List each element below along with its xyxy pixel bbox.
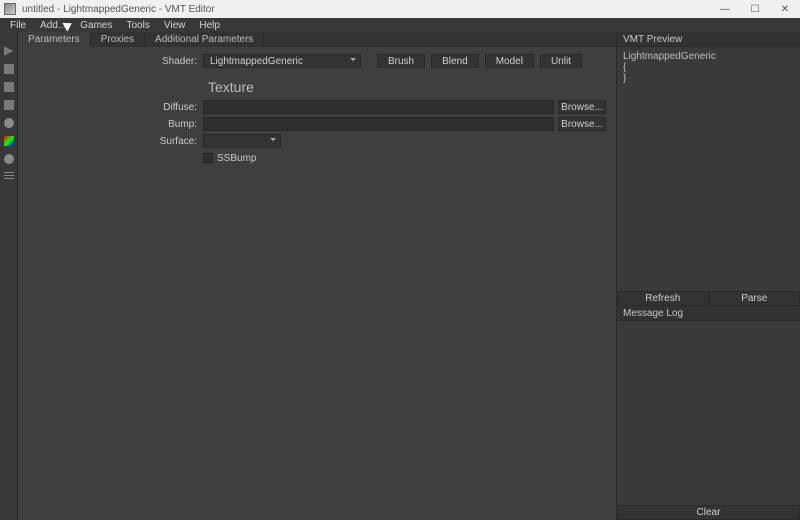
shader-brush-button[interactable]: Brush — [377, 54, 425, 68]
tool-strip — [0, 32, 18, 520]
tool-icon[interactable] — [4, 46, 14, 56]
surface-label: Surface: — [18, 136, 203, 147]
shader-value: LightmappedGeneric — [210, 56, 303, 67]
tab-parameters[interactable]: Parameters — [18, 32, 91, 47]
diffuse-label: Diffuse: — [18, 102, 203, 113]
ssbump-label: SSBump — [217, 153, 256, 164]
tool-icon[interactable] — [4, 64, 14, 74]
close-button[interactable]: ✕ — [770, 0, 800, 18]
tool-icon[interactable] — [4, 82, 14, 92]
tab-additional-parameters[interactable]: Additional Parameters — [145, 32, 264, 47]
menu-file[interactable]: File — [4, 20, 32, 31]
menu-help[interactable]: Help — [193, 20, 226, 31]
parse-button[interactable]: Parse — [709, 291, 800, 306]
clear-button[interactable]: Clear — [617, 505, 800, 520]
menu-view[interactable]: View — [158, 20, 192, 31]
tab-proxies[interactable]: Proxies — [91, 32, 145, 47]
refresh-button[interactable]: Refresh — [617, 291, 709, 306]
vmt-preview-text: LightmappedGeneric { } — [617, 47, 800, 291]
ssbump-checkbox[interactable] — [203, 153, 213, 163]
shader-model-button[interactable]: Model — [485, 54, 534, 68]
menu-bar: File Add... Games Tools View Help — [0, 18, 800, 32]
app-icon — [4, 3, 16, 15]
surface-dropdown[interactable] — [203, 134, 281, 148]
window-title: untitled - LightmappedGeneric - VMT Edit… — [22, 4, 710, 15]
texture-section-title: Texture — [208, 79, 606, 95]
tool-icon[interactable] — [4, 118, 14, 128]
tool-icon[interactable] — [4, 100, 14, 110]
message-log-header: Message Log — [617, 306, 800, 321]
shader-blend-button[interactable]: Blend — [431, 54, 479, 68]
maximize-button[interactable]: ☐ — [740, 0, 770, 18]
window-titlebar: untitled - LightmappedGeneric - VMT Edit… — [0, 0, 800, 18]
right-panel: VMT Preview LightmappedGeneric { } Refre… — [616, 32, 800, 520]
bump-input[interactable] — [203, 117, 554, 131]
menu-games[interactable]: Games — [74, 20, 118, 31]
menu-add[interactable]: Add... — [34, 20, 72, 31]
parameter-tabs: Parameters Proxies Additional Parameters — [18, 32, 616, 47]
tool-color-icon[interactable] — [4, 136, 14, 146]
minimize-button[interactable]: — — [710, 0, 740, 18]
shader-unlit-button[interactable]: Unlit — [540, 54, 582, 68]
vmt-preview-header: VMT Preview — [617, 32, 800, 47]
bump-browse-button[interactable]: Browse... — [558, 117, 606, 131]
diffuse-input[interactable] — [203, 100, 554, 114]
parameters-panel: Shader: LightmappedGeneric Brush Blend M… — [18, 47, 616, 520]
shader-dropdown[interactable]: LightmappedGeneric — [203, 54, 361, 68]
bump-label: Bump: — [18, 119, 203, 130]
menu-tools[interactable]: Tools — [121, 20, 156, 31]
tool-icon[interactable] — [4, 154, 14, 164]
message-log — [617, 321, 800, 505]
shader-label: Shader: — [18, 56, 203, 67]
diffuse-browse-button[interactable]: Browse... — [558, 100, 606, 114]
tool-icon[interactable] — [4, 172, 14, 180]
